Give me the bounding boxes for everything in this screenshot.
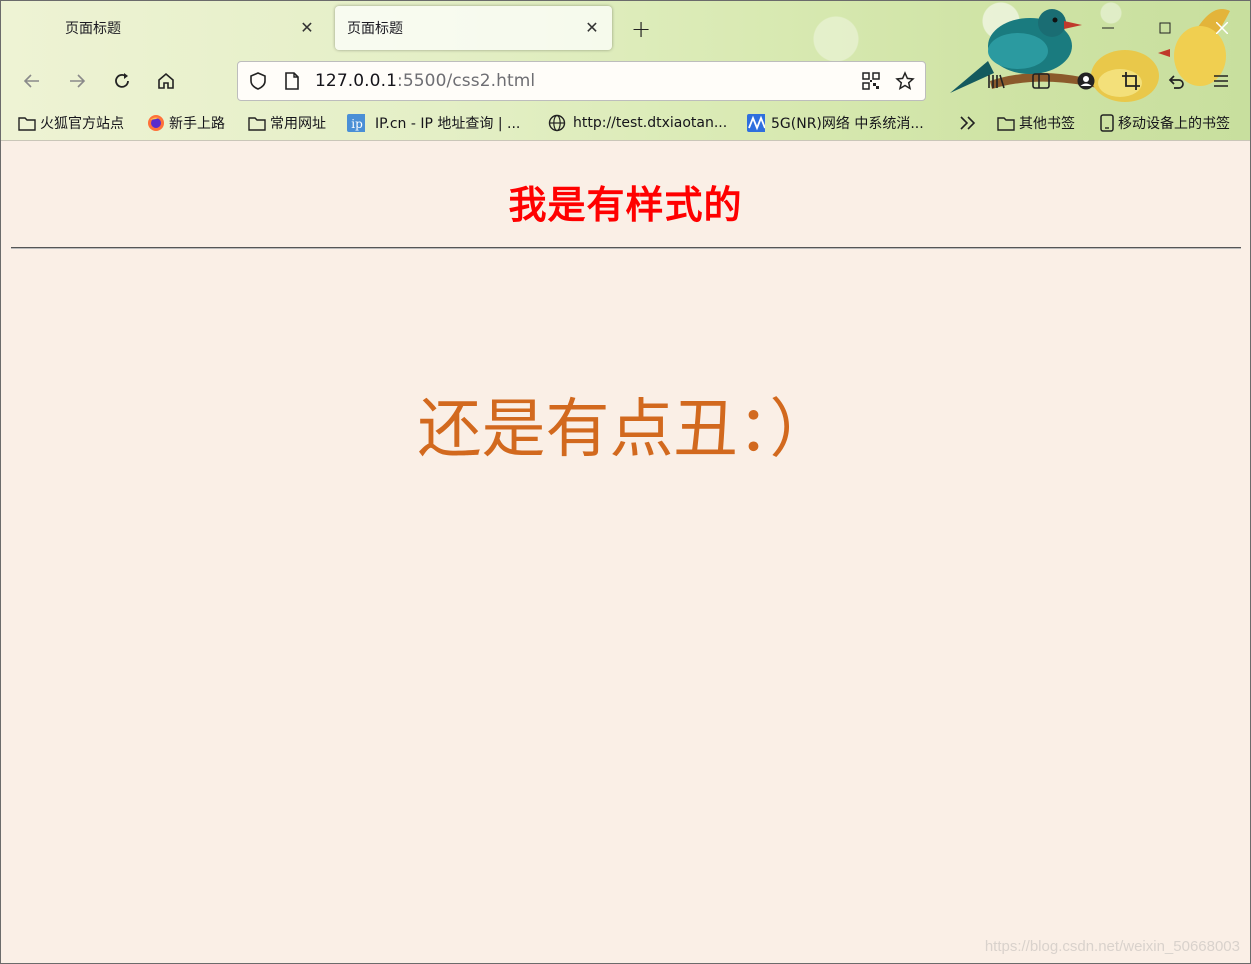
- undo-button[interactable]: [1160, 65, 1192, 97]
- hamburger-menu-icon: [1214, 75, 1228, 87]
- bookmark-item[interactable]: 新手上路: [147, 111, 225, 135]
- menu-button[interactable]: [1205, 65, 1237, 97]
- library-icon: [988, 74, 1005, 89]
- forward-arrow-icon: [70, 74, 86, 88]
- close-icon: [1215, 22, 1228, 34]
- bookmark-label: 移动设备上的书签: [1118, 116, 1230, 132]
- url-text[interactable]: 127.0.0.1:5500/css2.html: [315, 71, 535, 91]
- bookmark-item[interactable]: ip IP.cn - IP 地址查询 | ...: [347, 111, 520, 135]
- bookmark-label: 5G(NR)网络 中系统消...: [771, 116, 924, 132]
- browser-window: 页面标题 ✕ 页面标题 ✕ + 127.0.0.1:5500/css2.html…: [0, 0, 1251, 964]
- bookmark-folder-mobile[interactable]: 移动设备上的书签: [1098, 111, 1230, 135]
- minimize-icon: [1101, 27, 1114, 29]
- bookmark-label: http://test.dtxiaotan...: [573, 115, 728, 131]
- home-button[interactable]: [150, 65, 182, 97]
- minimize-button[interactable]: [1079, 1, 1136, 55]
- tab-2-active[interactable]: 页面标题 ✕: [335, 6, 612, 50]
- browser-chrome: 页面标题 ✕ 页面标题 ✕ + 127.0.0.1:5500/css2.html…: [1, 1, 1250, 141]
- back-button[interactable]: [16, 65, 48, 97]
- bookmark-label: IP.cn - IP 地址查询 | ...: [375, 116, 521, 132]
- account-icon: [1077, 72, 1095, 90]
- mobile-icon: [1098, 114, 1116, 132]
- page-content: 我是有样式的 还是有点丑：） https://blog.csdn.net/wei…: [1, 142, 1250, 963]
- tab-1[interactable]: 页面标题 ✕: [51, 6, 327, 50]
- tab-title: 页面标题: [65, 21, 121, 37]
- tab-strip: 页面标题 ✕ 页面标题 ✕ +: [1, 1, 1250, 55]
- navigation-toolbar: 127.0.0.1:5500/css2.html: [1, 57, 1250, 105]
- bookmark-item[interactable]: 火狐官方站点: [18, 111, 124, 135]
- chevron-double-right-icon: [959, 114, 977, 132]
- close-tab-icon[interactable]: ✕: [582, 18, 602, 38]
- qr-code-icon[interactable]: [862, 72, 880, 90]
- wave-icon: [747, 114, 765, 132]
- page-body-text: 还是有点丑：）: [417, 393, 834, 467]
- sidebar-icon: [1032, 73, 1050, 89]
- globe-icon: [548, 114, 566, 132]
- undo-icon: [1168, 75, 1184, 89]
- bookmark-item[interactable]: 常用网址: [248, 111, 326, 135]
- maximize-icon: [1159, 22, 1170, 34]
- folder-icon: [997, 114, 1015, 132]
- address-bar[interactable]: 127.0.0.1:5500/css2.html: [237, 61, 926, 101]
- tab-title: 页面标题: [347, 21, 403, 37]
- ip-icon: ip: [347, 114, 365, 132]
- bookmark-label: 常用网址: [270, 116, 326, 132]
- reload-button[interactable]: [106, 65, 138, 97]
- screenshot-button[interactable]: [1115, 65, 1147, 97]
- firefox-icon: [147, 114, 165, 132]
- url-path: :5500/css2.html: [397, 71, 536, 91]
- library-button[interactable]: [980, 65, 1012, 97]
- bookmarks-toolbar: 火狐官方站点 新手上路 常用网址 ip IP.cn - IP 地址查询 | ..…: [1, 107, 1250, 139]
- close-tab-icon[interactable]: ✕: [297, 18, 317, 38]
- folder-icon: [248, 114, 266, 132]
- new-tab-button[interactable]: +: [626, 14, 656, 44]
- home-icon: [158, 72, 174, 89]
- bookmark-label: 火狐官方站点: [40, 116, 124, 132]
- page-heading: 我是有样式的: [508, 183, 743, 227]
- maximize-button[interactable]: [1136, 1, 1193, 55]
- folder-icon: [18, 114, 36, 132]
- svg-text:ip: ip: [351, 117, 363, 131]
- crop-icon: [1122, 72, 1140, 90]
- reload-icon: [115, 73, 129, 88]
- bookmark-folder-other[interactable]: 其他书签: [997, 111, 1075, 135]
- page-info-icon[interactable]: [283, 71, 301, 91]
- bookmark-label: 新手上路: [169, 116, 225, 132]
- bookmarks-overflow-button[interactable]: [959, 111, 981, 135]
- bookmark-item[interactable]: http://test.dtxiaotan...: [548, 111, 727, 135]
- bookmark-item[interactable]: 5G(NR)网络 中系统消...: [747, 111, 924, 135]
- horizontal-rule: [11, 247, 1241, 249]
- account-button[interactable]: [1070, 65, 1102, 97]
- sidebar-button[interactable]: [1025, 65, 1057, 97]
- window-controls: [1079, 1, 1250, 55]
- url-host: 127.0.0.1: [315, 71, 398, 91]
- shield-icon[interactable]: [248, 71, 268, 91]
- watermark-text: https://blog.csdn.net/weixin_50668003: [984, 938, 1240, 955]
- back-arrow-icon: [23, 74, 39, 88]
- bookmark-star-icon[interactable]: [895, 71, 915, 91]
- close-window-button[interactable]: [1193, 1, 1250, 55]
- forward-button[interactable]: [61, 65, 93, 97]
- bookmark-label: 其他书签: [1019, 116, 1075, 132]
